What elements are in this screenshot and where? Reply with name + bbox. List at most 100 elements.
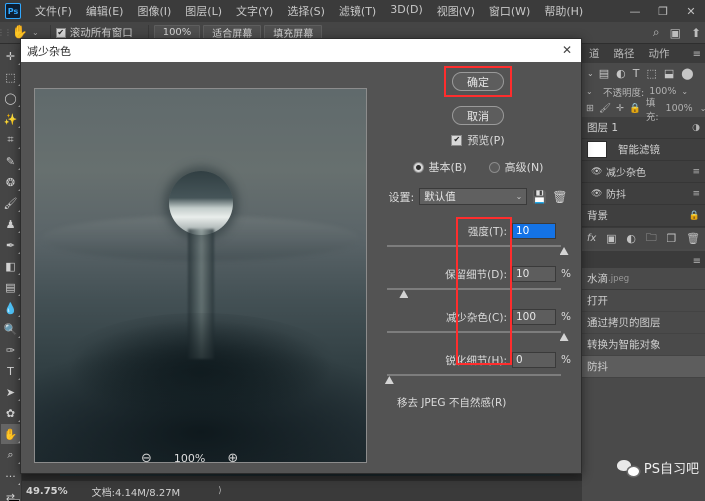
more-tools-icon[interactable]: ···	[1, 466, 21, 486]
menu-item-9[interactable]: 窗口(W)	[482, 0, 537, 22]
slider-input-preserve-details[interactable]: 10	[512, 266, 556, 282]
opacity-chevron-down-icon[interactable]: ⌄	[681, 87, 688, 96]
layer-row-action-icon[interactable]: ≡	[692, 189, 700, 199]
lock-brush-icon[interactable]: 🖌	[599, 103, 611, 114]
smart-object-filter-icon[interactable]: ⬓	[664, 67, 674, 80]
type-tool-icon[interactable]: T	[1, 361, 21, 381]
layer-row-shake-reduction-filter[interactable]: 👁 防抖 ≡	[582, 183, 705, 205]
path-selection-tool-icon[interactable]: ➤	[1, 382, 21, 402]
gradient-tool-icon[interactable]: ▤	[1, 277, 21, 297]
menu-item-10[interactable]: 帮助(H)	[537, 0, 590, 22]
slider-input-strength[interactable]: 10	[512, 223, 556, 239]
slider-track-strength[interactable]	[387, 243, 569, 256]
menu-item-5[interactable]: 选择(S)	[280, 0, 332, 22]
slider-track-reduce-color-noise[interactable]	[387, 329, 569, 342]
slider-handle-sharpen-details[interactable]	[384, 376, 394, 384]
layer-row-background-layer[interactable]: 背景 🔒	[582, 205, 705, 227]
close-icon[interactable]: ✕	[559, 42, 575, 58]
slider-handle-reduce-color-noise[interactable]	[559, 333, 569, 341]
layer-row-action-icon[interactable]: ◑	[692, 123, 700, 133]
image-filter-icon[interactable]: ▤	[599, 67, 609, 80]
menu-item-2[interactable]: 图像(I)	[130, 0, 178, 22]
layer-row-smart-filters[interactable]: 智能滤镜	[582, 139, 705, 161]
menu-item-8[interactable]: 视图(V)	[430, 0, 482, 22]
dialog-title-bar[interactable]: 减少杂色 ✕	[21, 39, 581, 62]
shape-tool-icon[interactable]: ✿	[1, 403, 21, 423]
panel-tab-2[interactable]: 动作	[641, 44, 677, 63]
panel-tab-1[interactable]: 路径	[606, 44, 642, 63]
zoom-tool-icon[interactable]: ⌕	[1, 445, 21, 465]
workspace-icon[interactable]: ▣	[670, 26, 681, 40]
move-tool-icon[interactable]: ✛	[1, 46, 21, 66]
new-group-icon[interactable]: 🗀	[646, 229, 657, 248]
menu-item-7[interactable]: 3D(D)	[383, 0, 430, 22]
slider-input-sharpen-details[interactable]: 0	[512, 352, 556, 368]
brush-tool-icon[interactable]: 🖌	[1, 193, 21, 213]
visibility-eye-icon[interactable]: 👁	[591, 189, 602, 199]
fill-chevron-down-icon[interactable]: ⌄	[700, 104, 705, 113]
radio-advanced[interactable]: 高级(N)	[488, 159, 543, 175]
history-item-3[interactable]: 转换为智能对象	[582, 334, 705, 356]
layer-row-action-icon[interactable]: ≡	[692, 167, 700, 177]
menu-item-3[interactable]: 图层(L)	[178, 0, 229, 22]
menu-item-4[interactable]: 文字(Y)	[229, 0, 280, 22]
fx-icon[interactable]: fx	[587, 233, 596, 244]
restore-button[interactable]: ❐	[649, 0, 677, 22]
close-button[interactable]: ✕	[677, 0, 705, 22]
blend-mode-chevron-down-icon[interactable]: ⌄	[586, 87, 600, 96]
share-icon[interactable]: ⬆	[691, 26, 701, 40]
toggle-filter-icon[interactable]: ⬤	[681, 67, 693, 80]
eyedropper-tool-icon[interactable]: ✎	[1, 151, 21, 171]
slider-input-reduce-color-noise[interactable]: 100	[512, 309, 556, 325]
settings-select[interactable]: 默认值 ⌄	[419, 188, 528, 205]
minimize-button[interactable]: —	[621, 0, 649, 22]
layer-mask-icon[interactable]: ▣	[606, 232, 616, 245]
ok-button[interactable]: 确定	[452, 72, 504, 91]
history-item-1[interactable]: 打开	[582, 290, 705, 312]
type-filter-icon[interactable]: T	[633, 67, 640, 80]
zoom-out-icon[interactable]: ⊖	[141, 451, 152, 466]
save-preset-icon[interactable]: 💾	[532, 190, 547, 204]
crop-tool-icon[interactable]: ⌗	[1, 130, 21, 150]
hand-tool-icon[interactable]: ✋	[0, 424, 21, 444]
menu-item-1[interactable]: 编辑(E)	[79, 0, 131, 22]
adjustment-filter-icon[interactable]: ◐	[616, 67, 626, 80]
dodge-tool-icon[interactable]: 🔍	[1, 319, 21, 339]
history-item-0[interactable]: 水滴 .jpeg	[582, 268, 705, 290]
visibility-eye-icon[interactable]: 👁	[591, 167, 602, 177]
filter-chevron-down-icon[interactable]: ⌄	[587, 69, 594, 78]
status-chevron-right-icon[interactable]: ⟩	[218, 486, 222, 496]
fill-value[interactable]: 100%	[663, 103, 695, 114]
slider-track-sharpen-details[interactable]	[384, 372, 569, 385]
layer-row-layer-1[interactable]: 图层 1 ◑	[582, 117, 705, 139]
zoom-in-icon[interactable]: ⊕	[227, 451, 238, 466]
lock-transparency-icon[interactable]: ⊞	[586, 103, 594, 114]
healing-brush-tool-icon[interactable]: ❂	[1, 172, 21, 192]
layer-row-reduce-noise-filter[interactable]: 👁 减少杂色 ≡	[582, 161, 705, 183]
menu-item-0[interactable]: 文件(F)	[28, 0, 79, 22]
shape-filter-icon[interactable]: ⬚	[646, 67, 656, 80]
preview-checkbox[interactable]: ✔ 预览(P)	[383, 132, 573, 148]
lock-all-icon[interactable]: 🔒	[629, 103, 641, 114]
pen-tool-icon[interactable]: ✑	[1, 340, 21, 360]
history-menu-icon[interactable]: ≡	[693, 256, 701, 267]
slider-handle-preserve-details[interactable]	[399, 290, 409, 298]
magic-wand-tool-icon[interactable]: ✨	[1, 109, 21, 129]
clone-stamp-tool-icon[interactable]: ♟	[1, 214, 21, 234]
lasso-tool-icon[interactable]: ◯	[1, 88, 21, 108]
panel-tab-0[interactable]: 道	[582, 44, 607, 63]
adjustment-layer-icon[interactable]: ◐	[626, 232, 636, 245]
marquee-tool-icon[interactable]: ⬚	[1, 67, 21, 87]
tool-preset-chevron-down-icon[interactable]: ⌄	[32, 28, 39, 37]
status-zoom-level[interactable]: 49.75%	[26, 486, 68, 497]
delete-preset-icon[interactable]: 🗑	[552, 190, 567, 204]
history-brush-tool-icon[interactable]: ✒	[1, 235, 21, 255]
delete-layer-icon[interactable]: 🗑	[686, 232, 700, 245]
search-icon[interactable]: ⌕	[653, 25, 660, 40]
history-item-4[interactable]: 防抖	[582, 356, 705, 378]
radio-basic[interactable]: 基本(B)	[412, 159, 467, 175]
panel-menu-icon[interactable]: ≡	[693, 49, 701, 60]
history-item-2[interactable]: 通过拷贝的图层	[582, 312, 705, 334]
lock-move-icon[interactable]: ✛	[616, 103, 624, 114]
menu-item-6[interactable]: 滤镜(T)	[332, 0, 383, 22]
